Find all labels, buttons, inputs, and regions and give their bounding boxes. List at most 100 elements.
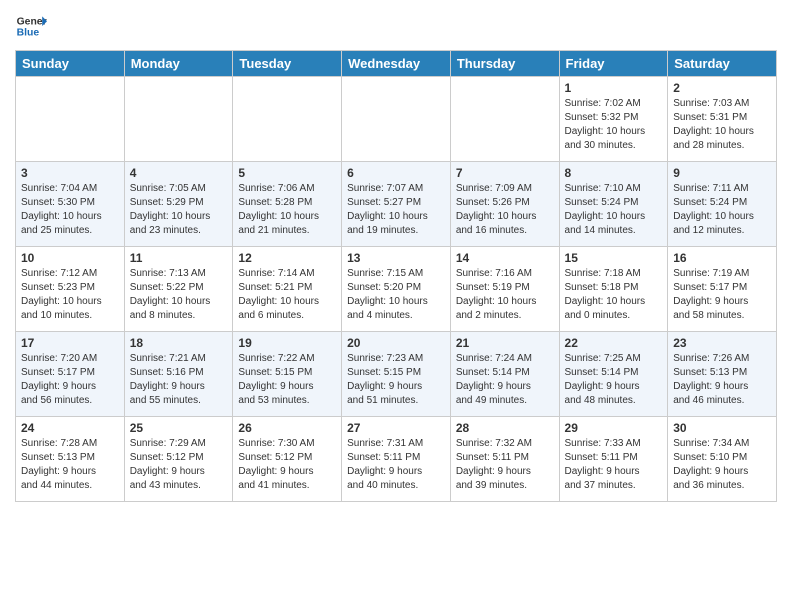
day-number: 21 — [456, 336, 554, 350]
calendar-cell: 2 Sunrise: 7:03 AM Sunset: 5:31 PM Daylig… — [668, 77, 777, 162]
calendar-cell: 14 Sunrise: 7:16 AM Sunset: 5:19 PM Dayli… — [450, 247, 559, 332]
day-number: 4 — [130, 166, 228, 180]
calendar-week-row: 24Sunrise: 7:28 AM Sunset: 5:13 PM Dayli… — [16, 417, 777, 502]
calendar-cell: 25 Sunrise: 7:29 AM Sunset: 5:12 PM Dayli… — [124, 417, 233, 502]
day-number: 20 — [347, 336, 445, 350]
calendar-cell: 29 Sunrise: 7:33 AM Sunset: 5:11 PM Dayli… — [559, 417, 668, 502]
weekday-header: Wednesday — [342, 51, 451, 77]
day-info: Sunrise: 7:02 AM Sunset: 5:32 PM Dayligh… — [565, 97, 663, 153]
day-number: 14 — [456, 251, 554, 265]
logo: General Blue — [15, 10, 47, 42]
calendar-cell: 5 Sunrise: 7:06 AM Sunset: 5:28 PM Daylig… — [233, 162, 342, 247]
day-info: Sunrise: 7:03 AM Sunset: 5:31 PM Dayligh… — [673, 97, 771, 153]
day-number: 10 — [21, 251, 119, 265]
day-info: Sunrise: 7:24 AM Sunset: 5:14 PM Dayligh… — [456, 352, 554, 408]
calendar-cell: 21 Sunrise: 7:24 AM Sunset: 5:14 PM Dayli… — [450, 332, 559, 417]
day-number: 29 — [565, 421, 663, 435]
calendar-cell: 23Sunrise: 7:26 AM Sunset: 5:13 PM Dayli… — [668, 332, 777, 417]
day-info: Sunrise: 7:26 AM Sunset: 5:13 PM Dayligh… — [673, 352, 771, 408]
day-info: Sunrise: 7:19 AM Sunset: 5:17 PM Dayligh… — [673, 267, 771, 323]
day-info: Sunrise: 7:05 AM Sunset: 5:29 PM Dayligh… — [130, 182, 228, 238]
calendar-cell: 11 Sunrise: 7:13 AM Sunset: 5:22 PM Dayli… — [124, 247, 233, 332]
logo-icon: General Blue — [15, 10, 47, 42]
day-info: Sunrise: 7:23 AM Sunset: 5:15 PM Dayligh… — [347, 352, 445, 408]
day-info: Sunrise: 7:29 AM Sunset: 5:12 PM Dayligh… — [130, 437, 228, 493]
weekday-header: Saturday — [668, 51, 777, 77]
day-info: Sunrise: 7:11 AM Sunset: 5:24 PM Dayligh… — [673, 182, 771, 238]
calendar-cell: 3 Sunrise: 7:04 AM Sunset: 5:30 PM Daylig… — [16, 162, 125, 247]
day-number: 6 — [347, 166, 445, 180]
day-info: Sunrise: 7:28 AM Sunset: 5:13 PM Dayligh… — [21, 437, 119, 493]
day-info: Sunrise: 7:15 AM Sunset: 5:20 PM Dayligh… — [347, 267, 445, 323]
day-number: 8 — [565, 166, 663, 180]
day-info: Sunrise: 7:13 AM Sunset: 5:22 PM Dayligh… — [130, 267, 228, 323]
calendar-cell: 20 Sunrise: 7:23 AM Sunset: 5:15 PM Dayli… — [342, 332, 451, 417]
day-info: Sunrise: 7:07 AM Sunset: 5:27 PM Dayligh… — [347, 182, 445, 238]
day-number: 22 — [565, 336, 663, 350]
calendar-cell: 27 Sunrise: 7:31 AM Sunset: 5:11 PM Dayli… — [342, 417, 451, 502]
day-number: 17 — [21, 336, 119, 350]
day-number: 15 — [565, 251, 663, 265]
calendar-cell — [233, 77, 342, 162]
day-number: 25 — [130, 421, 228, 435]
day-number: 13 — [347, 251, 445, 265]
calendar-cell: 28 Sunrise: 7:32 AM Sunset: 5:11 PM Dayli… — [450, 417, 559, 502]
day-number: 12 — [238, 251, 336, 265]
calendar-cell: 16 Sunrise: 7:19 AM Sunset: 5:17 PM Dayli… — [668, 247, 777, 332]
svg-text:Blue: Blue — [17, 28, 40, 39]
day-info: Sunrise: 7:09 AM Sunset: 5:26 PM Dayligh… — [456, 182, 554, 238]
weekday-header: Sunday — [16, 51, 125, 77]
day-number: 16 — [673, 251, 771, 265]
day-number: 30 — [673, 421, 771, 435]
calendar-cell: 4 Sunrise: 7:05 AM Sunset: 5:29 PM Daylig… — [124, 162, 233, 247]
calendar-week-row: 1 Sunrise: 7:02 AM Sunset: 5:32 PM Daylig… — [16, 77, 777, 162]
weekday-header: Tuesday — [233, 51, 342, 77]
calendar-week-row: 3 Sunrise: 7:04 AM Sunset: 5:30 PM Daylig… — [16, 162, 777, 247]
day-info: Sunrise: 7:04 AM Sunset: 5:30 PM Dayligh… — [21, 182, 119, 238]
calendar-cell: 19 Sunrise: 7:22 AM Sunset: 5:15 PM Dayli… — [233, 332, 342, 417]
page-header: General Blue — [15, 10, 777, 42]
day-info: Sunrise: 7:16 AM Sunset: 5:19 PM Dayligh… — [456, 267, 554, 323]
day-number: 9 — [673, 166, 771, 180]
day-info: Sunrise: 7:10 AM Sunset: 5:24 PM Dayligh… — [565, 182, 663, 238]
weekday-header: Friday — [559, 51, 668, 77]
day-info: Sunrise: 7:33 AM Sunset: 5:11 PM Dayligh… — [565, 437, 663, 493]
day-number: 1 — [565, 81, 663, 95]
day-number: 5 — [238, 166, 336, 180]
day-info: Sunrise: 7:22 AM Sunset: 5:15 PM Dayligh… — [238, 352, 336, 408]
calendar-cell: 7 Sunrise: 7:09 AM Sunset: 5:26 PM Daylig… — [450, 162, 559, 247]
calendar-cell — [16, 77, 125, 162]
day-info: Sunrise: 7:06 AM Sunset: 5:28 PM Dayligh… — [238, 182, 336, 238]
calendar-cell: 18 Sunrise: 7:21 AM Sunset: 5:16 PM Dayli… — [124, 332, 233, 417]
day-number: 7 — [456, 166, 554, 180]
day-info: Sunrise: 7:30 AM Sunset: 5:12 PM Dayligh… — [238, 437, 336, 493]
day-info: Sunrise: 7:31 AM Sunset: 5:11 PM Dayligh… — [347, 437, 445, 493]
day-number: 2 — [673, 81, 771, 95]
day-number: 3 — [21, 166, 119, 180]
calendar-cell: 22 Sunrise: 7:25 AM Sunset: 5:14 PM Dayli… — [559, 332, 668, 417]
calendar-week-row: 10Sunrise: 7:12 AM Sunset: 5:23 PM Dayli… — [16, 247, 777, 332]
day-number: 27 — [347, 421, 445, 435]
day-number: 26 — [238, 421, 336, 435]
day-info: Sunrise: 7:25 AM Sunset: 5:14 PM Dayligh… — [565, 352, 663, 408]
day-info: Sunrise: 7:14 AM Sunset: 5:21 PM Dayligh… — [238, 267, 336, 323]
day-number: 18 — [130, 336, 228, 350]
weekday-header: Thursday — [450, 51, 559, 77]
calendar-cell: 26 Sunrise: 7:30 AM Sunset: 5:12 PM Dayli… — [233, 417, 342, 502]
calendar-cell: 13 Sunrise: 7:15 AM Sunset: 5:20 PM Dayli… — [342, 247, 451, 332]
day-info: Sunrise: 7:32 AM Sunset: 5:11 PM Dayligh… — [456, 437, 554, 493]
day-number: 11 — [130, 251, 228, 265]
day-number: 19 — [238, 336, 336, 350]
calendar-table: SundayMondayTuesdayWednesdayThursdayFrid… — [15, 50, 777, 502]
calendar-cell: 12 Sunrise: 7:14 AM Sunset: 5:21 PM Dayli… — [233, 247, 342, 332]
day-info: Sunrise: 7:34 AM Sunset: 5:10 PM Dayligh… — [673, 437, 771, 493]
calendar-cell: 15Sunrise: 7:18 AM Sunset: 5:18 PM Dayli… — [559, 247, 668, 332]
calendar-cell: 1 Sunrise: 7:02 AM Sunset: 5:32 PM Daylig… — [559, 77, 668, 162]
calendar-cell: 8 Sunrise: 7:10 AM Sunset: 5:24 PM Daylig… — [559, 162, 668, 247]
day-info: Sunrise: 7:21 AM Sunset: 5:16 PM Dayligh… — [130, 352, 228, 408]
calendar-cell: 10Sunrise: 7:12 AM Sunset: 5:23 PM Dayli… — [16, 247, 125, 332]
calendar-week-row: 17Sunrise: 7:20 AM Sunset: 5:17 PM Dayli… — [16, 332, 777, 417]
calendar-cell — [450, 77, 559, 162]
day-number: 28 — [456, 421, 554, 435]
calendar-cell: 6 Sunrise: 7:07 AM Sunset: 5:27 PM Daylig… — [342, 162, 451, 247]
